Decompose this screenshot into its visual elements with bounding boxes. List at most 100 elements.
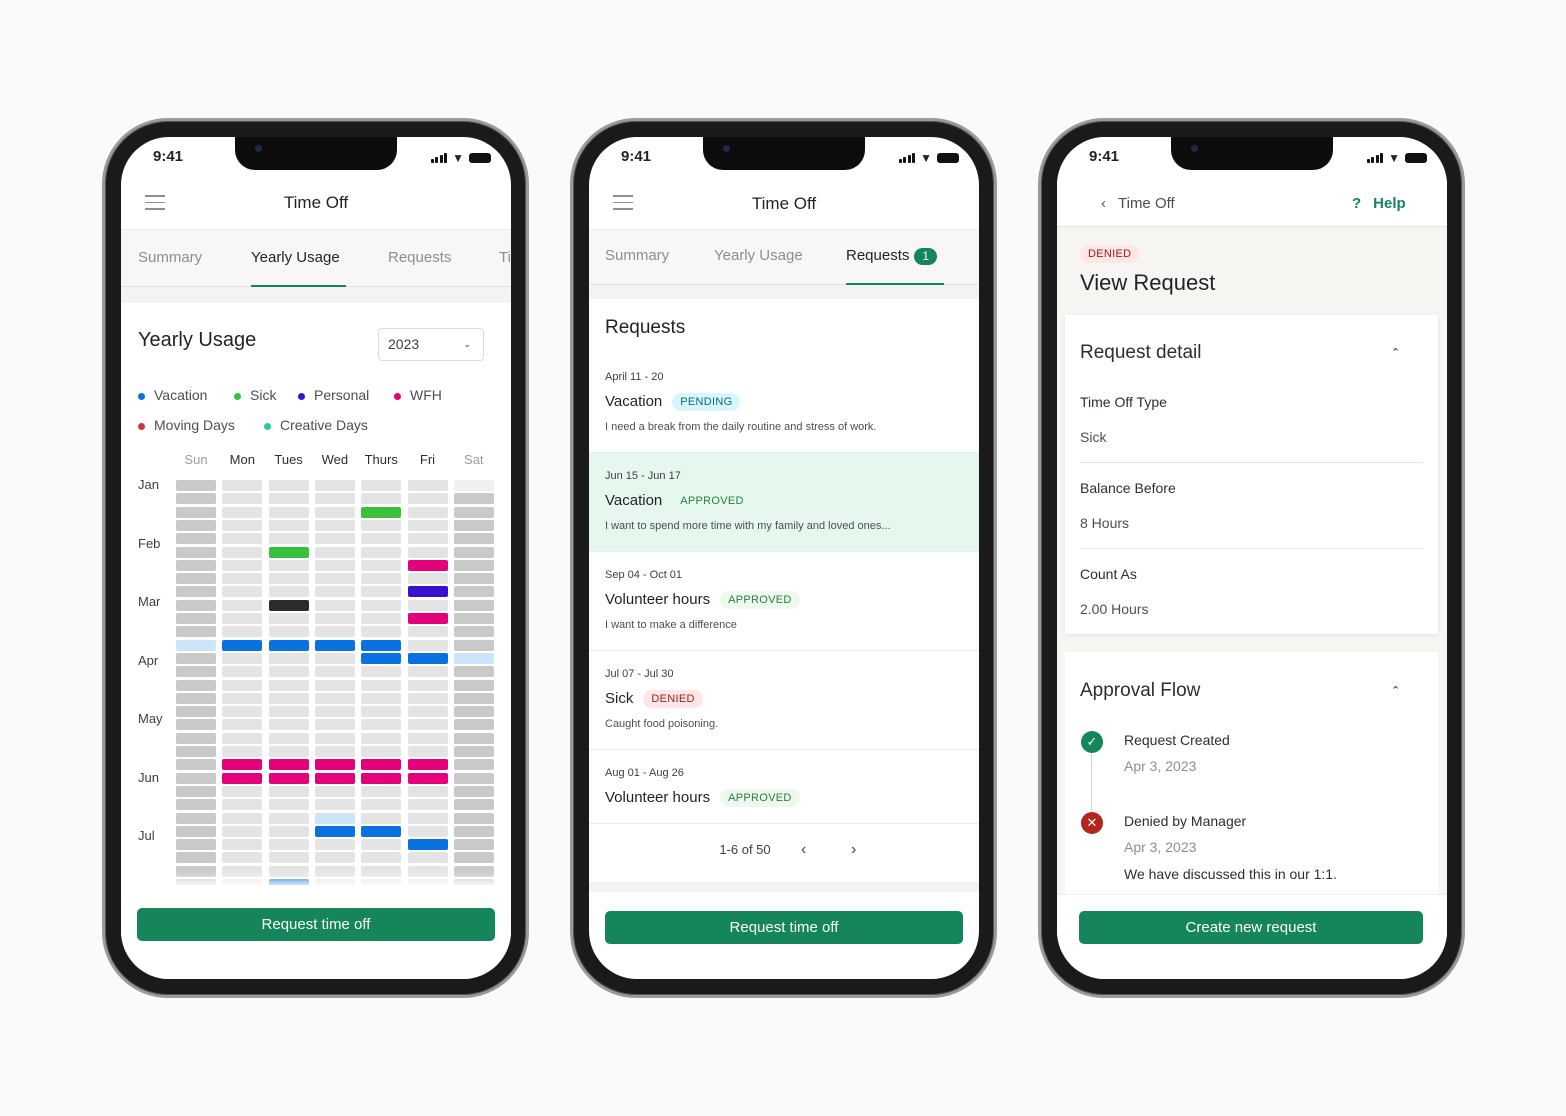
day-cell-wfh[interactable] — [314, 759, 355, 771]
tab-requests[interactable]: Requests — [388, 248, 451, 268]
day-cell — [222, 626, 263, 638]
day-cell — [407, 679, 448, 691]
notch — [703, 137, 865, 170]
day-cell-highlight[interactable] — [453, 652, 494, 664]
day-cell-vacation[interactable] — [268, 639, 309, 651]
request-detail-heading[interactable]: Request detail — [1080, 343, 1201, 363]
day-cell — [407, 852, 448, 864]
day-cell — [314, 613, 355, 624]
day-header: Sun — [184, 452, 208, 467]
day-cell-vacation[interactable] — [361, 639, 402, 651]
legend-dot — [264, 422, 271, 430]
day-cell-vacation[interactable] — [361, 825, 402, 837]
day-cell — [176, 692, 216, 704]
day-cell-vacation[interactable] — [407, 652, 448, 664]
day-cell-wfh[interactable] — [268, 772, 309, 784]
tab-summary[interactable]: Summary — [138, 248, 202, 268]
request-type: Volunteer hours — [605, 591, 711, 608]
day-cell — [314, 506, 355, 518]
request-list-item[interactable]: Sep 04 - Oct 01 Volunteer hours APPROVED I … — [589, 552, 979, 651]
day-cell-vacation[interactable] — [314, 639, 355, 651]
day-cell — [453, 812, 494, 824]
status-time: 9:41 — [1089, 148, 1120, 165]
day-cell-wfh[interactable] — [268, 759, 309, 771]
legend-label: Vacation — [154, 387, 208, 403]
day-cell-vacation[interactable] — [361, 652, 402, 664]
day-cell-wfh[interactable] — [222, 759, 263, 771]
request-list-item[interactable]: Jul 07 - Jul 30 Sick DENIED Caught food poi… — [589, 651, 979, 750]
day-cell-sick[interactable] — [361, 506, 402, 518]
tab-yearly-usage[interactable]: Yearly Usage — [251, 248, 340, 268]
day-cell — [453, 626, 494, 638]
create-new-request-button[interactable]: Create new request — [1079, 911, 1423, 944]
day-cell-highlight[interactable] — [176, 639, 216, 651]
day-cell-wfh[interactable] — [314, 772, 355, 784]
day-cell-highlight[interactable] — [314, 812, 355, 824]
day-cell — [176, 613, 216, 624]
day-cell-wfh[interactable] — [407, 759, 448, 771]
section-heading: Yearly Usage — [138, 329, 257, 351]
day-cell-wfh[interactable] — [361, 759, 402, 771]
request-date: Sep 04 - Oct 01 — [605, 569, 683, 581]
day-cell-wfh[interactable] — [407, 559, 448, 571]
day-cell — [176, 666, 216, 678]
day-cell — [268, 626, 309, 638]
day-cell — [176, 746, 216, 757]
day-cell-personal[interactable] — [407, 586, 448, 598]
day-cell — [361, 586, 402, 598]
day-cell — [176, 652, 216, 664]
battery-icon — [469, 153, 491, 163]
day-cell-sick[interactable] — [268, 546, 309, 558]
day-cell-wfh[interactable] — [361, 772, 402, 784]
chevron-up-icon[interactable]: ⌃ — [1391, 343, 1400, 363]
day-cell — [407, 493, 448, 505]
day-header: Wed — [321, 452, 349, 467]
day-cell — [222, 852, 263, 864]
step-title: Denied by Manager — [1124, 813, 1247, 829]
month-label: May — [138, 711, 163, 727]
day-cell-wfh[interactable] — [407, 772, 448, 784]
request-list-item[interactable]: Jun 15 - Jun 17 Vacation APPROVED I want to… — [589, 453, 979, 552]
request-time-off-button[interactable]: Request time off — [137, 908, 495, 941]
day-cell — [222, 799, 263, 811]
day-cell-vacation[interactable] — [314, 825, 355, 837]
day-cell — [176, 719, 216, 731]
chevron-left-icon[interactable]: ‹ — [801, 840, 806, 860]
request-list-item[interactable]: April 11 - 20 Vacation PENDING I need a bre… — [589, 354, 979, 453]
day-cell — [407, 533, 448, 545]
request-list-item[interactable]: Aug 01 - Aug 26 Volunteer hours APPROVED — [589, 750, 979, 849]
tab-more[interactable]: Ti — [499, 248, 511, 268]
tab-requests[interactable]: Requests 1 — [846, 246, 938, 266]
help-button[interactable]: ? Help — [1352, 194, 1406, 214]
chevron-up-icon[interactable]: ⌃ — [1391, 681, 1400, 701]
legend-item: Creative Days — [264, 415, 368, 435]
day-cell-wfh[interactable] — [222, 772, 263, 784]
day-cell — [361, 692, 402, 704]
day-cell-other[interactable] — [268, 599, 309, 611]
approval-flow-heading[interactable]: Approval Flow — [1080, 681, 1200, 701]
day-cell — [176, 706, 216, 718]
back-button[interactable]: ‹ Time Off — [1101, 194, 1175, 214]
year-select[interactable]: 2023 ⌄ — [378, 328, 484, 361]
tab-yearly-usage[interactable]: Yearly Usage — [714, 246, 803, 266]
request-title: Vacation APPROVED — [605, 491, 752, 511]
day-cell — [453, 679, 494, 691]
day-cell — [407, 812, 448, 824]
month-label: Jan — [138, 477, 159, 492]
day-cell-vacation[interactable] — [407, 839, 448, 851]
step-note: We have discussed this in our 1:1. — [1124, 866, 1337, 882]
day-cell-vacation[interactable] — [222, 639, 263, 651]
help-icon: ? — [1352, 195, 1362, 212]
day-cell — [453, 865, 494, 877]
day-cell — [314, 719, 355, 731]
tab-summary[interactable]: Summary — [605, 246, 669, 266]
day-cell — [407, 546, 448, 558]
chevron-right-icon[interactable]: › — [851, 840, 856, 860]
day-cell — [268, 613, 309, 624]
day-cell-wfh[interactable] — [407, 613, 448, 624]
request-time-off-button[interactable]: Request time off — [605, 911, 963, 944]
day-cell — [176, 852, 216, 864]
request-title: Volunteer hours APPROVED — [605, 788, 800, 808]
notch — [1171, 137, 1333, 170]
day-cell — [453, 746, 494, 757]
